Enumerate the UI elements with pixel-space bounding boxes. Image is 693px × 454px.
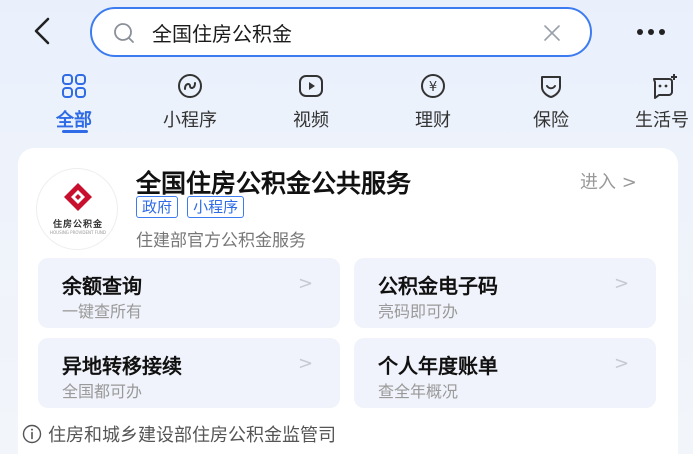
top-bar: [0, 0, 693, 62]
enter-link[interactable]: 进入 >: [580, 168, 637, 194]
category-tabs: 全部 小程序 视频 ¥ 理财 保险 生活号: [0, 70, 693, 140]
clear-icon[interactable]: [540, 21, 564, 45]
chevron-right-icon: >: [614, 273, 630, 294]
search-icon: [114, 23, 134, 43]
chat-plus-icon: [653, 74, 677, 99]
video-play-icon: [299, 75, 323, 97]
tile-subtitle: 全国都可办: [62, 382, 143, 401]
tab-insurance[interactable]: 保险: [524, 70, 578, 134]
chevron-right-icon: >: [298, 353, 314, 374]
housing-fund-logo-icon: [64, 183, 92, 211]
more-options-icon[interactable]: [634, 22, 668, 42]
chevron-right-icon: >: [621, 172, 637, 193]
service-title[interactable]: 全国住房公积金公共服务: [136, 164, 411, 200]
tab-all[interactable]: 全部: [48, 70, 100, 134]
info-icon[interactable]: [22, 424, 42, 444]
tab-label: 保险: [533, 110, 569, 131]
tile-subtitle: 查全年概况: [378, 382, 459, 401]
tab-label: 全部: [56, 110, 92, 131]
tab-label: 理财: [415, 110, 451, 131]
back-button[interactable]: [26, 14, 60, 48]
chevron-left-icon: [34, 17, 50, 45]
provider-text: 住房和城乡建设部住房公积金监管司: [48, 425, 336, 446]
mini-program-icon: [178, 74, 202, 98]
tag-government: 政府: [136, 196, 179, 218]
tab-label: 小程序: [163, 110, 217, 131]
tile-annual-statement[interactable]: 个人年度账单 查全年概况 >: [354, 338, 656, 408]
enter-label: 进入: [580, 172, 616, 193]
service-card: 住房公积金 HOUSING PROVIDENT FUND 全国住房公积金公共服务…: [18, 148, 678, 454]
logo-subtext: HOUSING PROVIDENT FUND: [50, 230, 106, 235]
service-tags: 政府 小程序: [136, 196, 248, 220]
tile-remote-transfer[interactable]: 异地转移接续 全国都可办 >: [38, 338, 340, 408]
tab-video[interactable]: 视频: [284, 70, 338, 134]
search-input[interactable]: [152, 17, 532, 47]
tab-label: 生活号: [635, 110, 689, 131]
tile-balance-query[interactable]: 余额查询 一键查所有 >: [38, 258, 340, 328]
tab-mini-program[interactable]: 小程序: [150, 70, 230, 134]
search-box[interactable]: [90, 7, 592, 57]
tile-title: 余额查询: [62, 274, 142, 298]
service-logo[interactable]: 住房公积金 HOUSING PROVIDENT FUND: [36, 168, 118, 250]
tab-life-account[interactable]: 生活号: [634, 70, 693, 134]
shield-icon: [541, 76, 561, 98]
service-description: 住建部官方公积金服务: [136, 231, 306, 251]
tile-electronic-code[interactable]: 公积金电子码 亮码即可办 >: [354, 258, 656, 328]
grid-icon: [62, 74, 86, 98]
tile-subtitle: 亮码即可办: [378, 302, 459, 321]
tile-title: 异地转移接续: [62, 354, 182, 378]
provider-info: 住房和城乡建设部住房公积金监管司: [18, 420, 678, 446]
svg-text:¥: ¥: [429, 80, 437, 95]
tab-finance[interactable]: ¥ 理财: [406, 70, 460, 134]
tag-mini-program: 小程序: [187, 196, 245, 218]
tile-subtitle: 一键查所有: [62, 302, 143, 321]
tile-title: 个人年度账单: [378, 354, 498, 378]
active-tab-indicator: [62, 130, 88, 133]
tab-label: 视频: [293, 110, 329, 131]
chevron-right-icon: >: [298, 273, 314, 294]
chevron-right-icon: >: [614, 353, 630, 374]
tile-title: 公积金电子码: [378, 274, 498, 298]
logo-text: 住房公积金: [52, 220, 103, 230]
yuan-icon: ¥: [421, 74, 445, 98]
